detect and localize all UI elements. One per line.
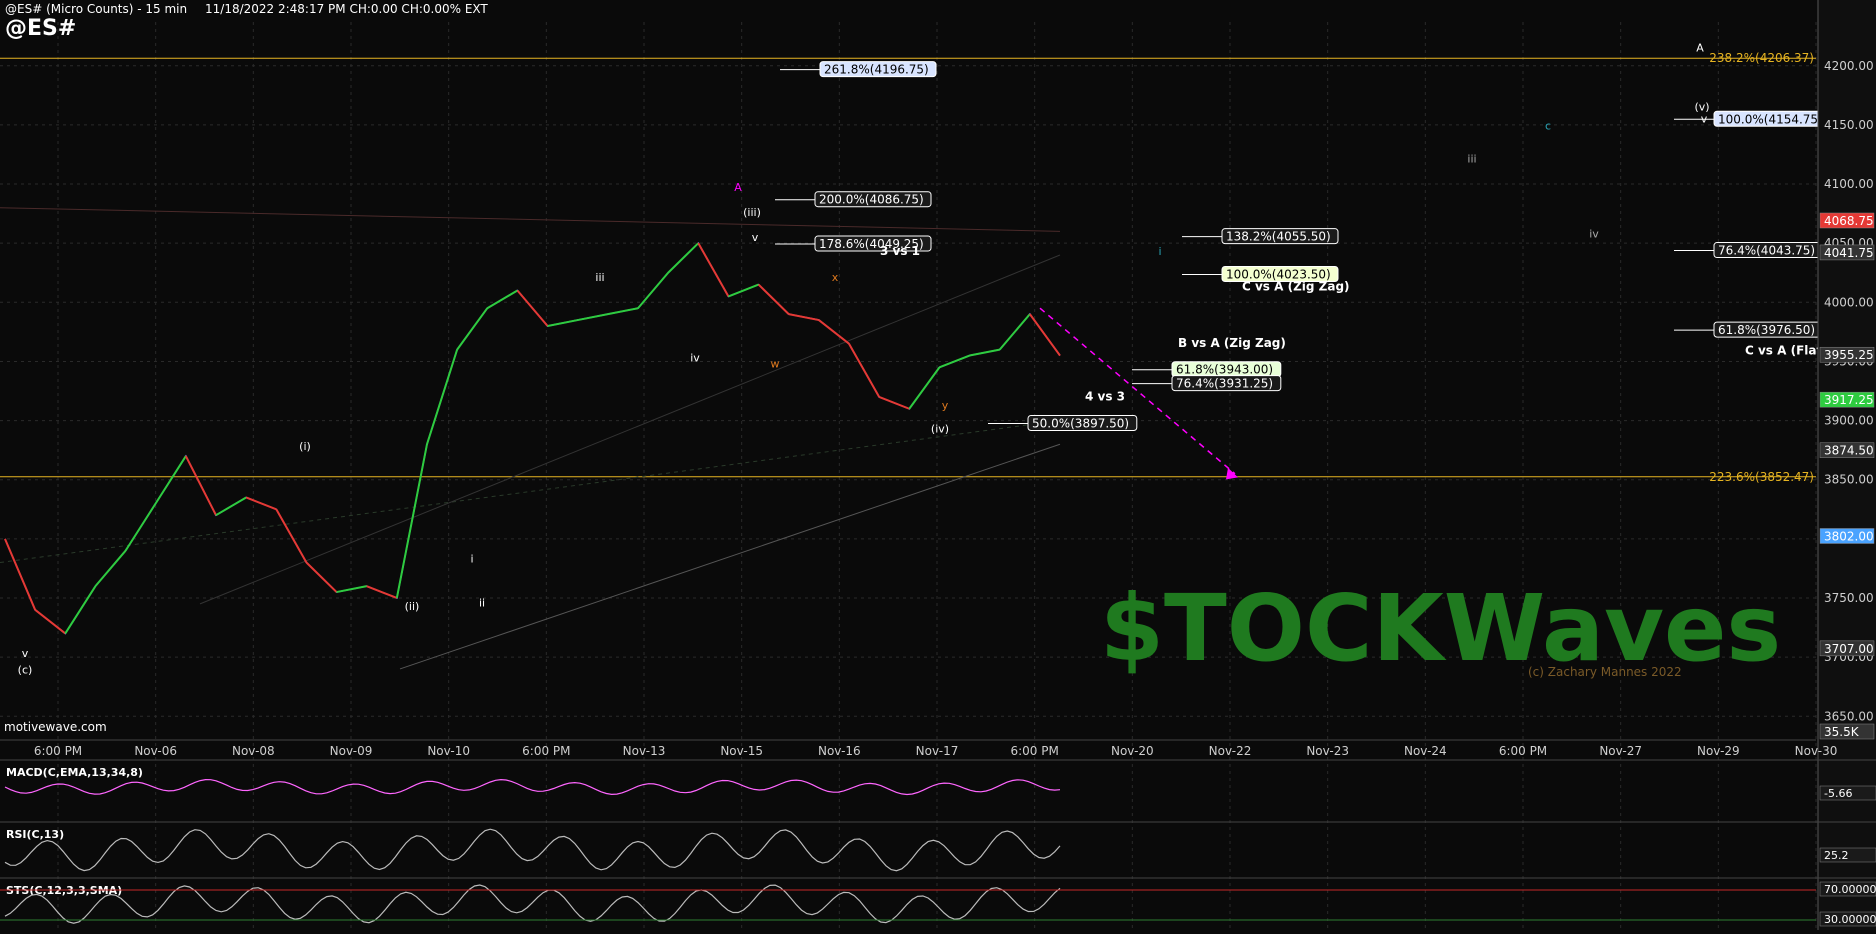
axis-price-label: 3917.25 xyxy=(1824,393,1874,407)
wave-label: ii xyxy=(479,596,485,609)
x-tick-label: 6:00 PM xyxy=(1499,744,1547,758)
indicator-value: 30.00000 xyxy=(1824,913,1876,926)
indicator-name: RSI(C,13) xyxy=(6,828,64,841)
wave-label: (ii) xyxy=(405,600,420,613)
x-tick-label: 6:00 PM xyxy=(522,744,570,758)
fib-level-label: 61.8%(3943.00) xyxy=(1176,363,1273,377)
wave-label: v xyxy=(752,231,759,244)
wave-label: iii xyxy=(595,271,604,284)
axis-price-label: 4041.75 xyxy=(1824,246,1874,260)
x-tick-label: 6:00 PM xyxy=(34,744,82,758)
wave-label: v xyxy=(22,647,29,660)
indicator-value: 25.2 xyxy=(1824,849,1849,862)
y-tick-label: 3750.00 xyxy=(1824,591,1874,605)
y-tick-label: 4000.00 xyxy=(1824,295,1874,309)
axis-price-label: 3707.00 xyxy=(1824,642,1874,656)
wave-label: c xyxy=(1545,120,1551,133)
x-tick-label: Nov-22 xyxy=(1209,744,1252,758)
chart-info-bar: 11/18/2022 2:48:17 PM CH:0.00 CH:0.00% E… xyxy=(205,2,488,16)
x-tick-label: 6:00 PM xyxy=(1010,744,1058,758)
wave-label: i xyxy=(1158,245,1161,258)
chart-stage: 238.2%(4206.37) 223.6%(3852.47) 261.8%(41… xyxy=(0,0,1876,930)
wave-label: i xyxy=(470,553,473,566)
fib-level-label: 50.0%(3897.50) xyxy=(1032,417,1129,431)
fib-level-label: 138.2%(4055.50) xyxy=(1226,230,1331,244)
wave-label: A xyxy=(1696,42,1704,55)
wave-annotation: 4 vs 3 xyxy=(1085,389,1125,403)
wave-label: iv xyxy=(690,351,700,364)
fib-extension-label: 238.2%(4206.37) xyxy=(1709,51,1814,65)
x-tick-label: Nov-27 xyxy=(1599,744,1642,758)
axis-price-label: 3802.00 xyxy=(1824,529,1874,543)
y-tick-label: 4200.00 xyxy=(1824,59,1874,73)
x-tick-label: Nov-08 xyxy=(232,744,275,758)
y-tick-label: 3650.00 xyxy=(1824,709,1874,723)
y-tick-label: 4100.00 xyxy=(1824,177,1874,191)
symbol-label: @ES# xyxy=(5,16,77,41)
wave-label: (c) xyxy=(18,664,33,677)
x-tick-label: Nov-06 xyxy=(134,744,177,758)
wave-label: (iv) xyxy=(931,422,949,435)
logo-tagline: (c) Zachary Mannes 2022 xyxy=(1528,665,1682,679)
axis-price-label: 35.5K xyxy=(1824,725,1860,739)
x-tick-label: Nov-17 xyxy=(916,744,959,758)
chart-title: @ES# (Micro Counts) - 15 min xyxy=(5,2,188,16)
fib-level-label: 76.4%(3931.25) xyxy=(1176,377,1273,391)
fib-level-label: 61.8%(3976.50) xyxy=(1718,323,1815,337)
x-tick-label: Nov-20 xyxy=(1111,744,1154,758)
wave-label: y xyxy=(942,399,949,412)
fib-level-label: 261.8%(4196.75) xyxy=(824,63,929,77)
wave-label: iv xyxy=(1589,227,1599,240)
indicator-name: MACD(C,EMA,13,34,8) xyxy=(6,766,143,779)
wave-label: v xyxy=(1701,113,1708,126)
wave-label: iii xyxy=(1467,153,1476,166)
site-watermark: motivewave.com xyxy=(4,720,107,734)
price-chart[interactable]: 238.2%(4206.37) 223.6%(3852.47) 261.8%(41… xyxy=(0,0,1876,930)
x-tick-label: Nov-16 xyxy=(818,744,861,758)
x-tick-label: Nov-30 xyxy=(1795,744,1838,758)
x-tick-label: Nov-09 xyxy=(330,744,373,758)
wave-label: w xyxy=(771,357,780,370)
x-tick-label: Nov-24 xyxy=(1404,744,1447,758)
fib-level-label: 200.0%(4086.75) xyxy=(819,193,924,207)
axis-price-label: 4068.75 xyxy=(1824,214,1874,228)
fib-extension-label: 223.6%(3852.47) xyxy=(1709,470,1814,484)
y-tick-label: 3850.00 xyxy=(1824,473,1874,487)
indicator-value: 70.00000 xyxy=(1824,883,1876,896)
wave-annotation: C vs A (Zig Zag) xyxy=(1242,279,1350,293)
x-tick-label: Nov-10 xyxy=(427,744,470,758)
fib-level-label: 76.4%(4043.75) xyxy=(1718,244,1815,258)
fib-level-label: 100.0%(4154.75) xyxy=(1718,112,1823,126)
x-tick-label: Nov-15 xyxy=(720,744,763,758)
wave-annotation: C vs A (Flat) xyxy=(1745,343,1828,357)
wave-label: (iii) xyxy=(743,206,761,219)
wave-annotation: 3 vs 1 xyxy=(880,244,920,258)
indicator-value: -5.66 xyxy=(1824,787,1852,800)
x-tick-label: Nov-13 xyxy=(623,744,666,758)
axis-price-label: 3874.50 xyxy=(1824,444,1874,458)
x-tick-label: Nov-29 xyxy=(1697,744,1740,758)
y-tick-label: 4150.00 xyxy=(1824,118,1874,132)
wave-annotation: B vs A (Zig Zag) xyxy=(1178,336,1286,350)
x-tick-label: Nov-23 xyxy=(1306,744,1349,758)
wave-label: A xyxy=(734,181,742,194)
wave-label: x xyxy=(832,271,839,284)
wave-label: (i) xyxy=(299,440,311,453)
axis-price-label: 3955.25 xyxy=(1824,348,1874,362)
y-tick-label: 3900.00 xyxy=(1824,414,1874,428)
